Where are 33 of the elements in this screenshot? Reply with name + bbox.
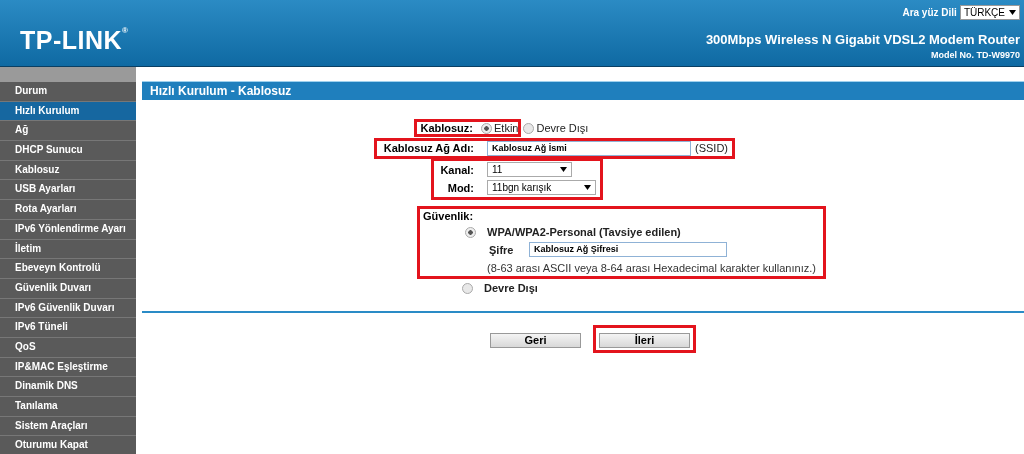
radio-label: Devre Dışı [536, 122, 589, 134]
radio-button[interactable] [523, 122, 535, 134]
caret-icon [584, 185, 591, 190]
channel-select[interactable]: 11 [487, 162, 572, 177]
sidebar-item[interactable]: Hızlı Kurulum [0, 101, 136, 122]
field-label: Kablosuz Ağ Adı: [382, 142, 474, 154]
field-label: Mod: [446, 181, 474, 194]
model-number: Model No. TD-W9970 [931, 50, 1020, 60]
hint-text: (8-63 arası ASCII veya 8-64 arası Hexadecimal karakter kullanınız.) [487, 262, 817, 274]
form-button[interactable]: Geri [490, 332, 581, 348]
sidebar-item[interactable]: İletim [0, 239, 136, 260]
radio-label: WPA/WPA2-Personal (Tavsiye edilen) [487, 226, 681, 238]
language-label: Ara yüz Dili [902, 7, 957, 18]
field-label: Kablosuz: [419, 122, 473, 134]
password-input[interactable]: Kablosuz Ağ Şifresi [529, 242, 727, 257]
language-select[interactable]: TÜRKÇE [959, 5, 1020, 20]
logo: TP-LINK$^{®}$ [20, 26, 129, 56]
ssid-input[interactable]: Kablosuz Ağ İsmi [487, 140, 691, 156]
field-label: Şifre [489, 243, 515, 256]
radio-button[interactable] [481, 122, 492, 134]
field-label: Kanal: [439, 163, 474, 176]
radio-label: Devre Dışı [484, 282, 538, 294]
ssid-suffix: (SSID) [695, 142, 728, 154]
page-title: Hızlı Kurulum - Kablosuz [142, 81, 1024, 100]
radio-button[interactable] [462, 282, 473, 294]
caret-icon [1009, 10, 1016, 15]
caret-icon [560, 167, 567, 172]
form-button[interactable]: İleri [599, 332, 690, 348]
field-label: Güvenlik: [423, 210, 475, 222]
radio-label: Etkin [494, 122, 519, 134]
mode-select[interactable]: 11bgn karışık [487, 180, 596, 195]
radio-button[interactable] [465, 226, 476, 238]
product-name: 300Mbps Wireless N Gigabit VDSL2 Modem Router [705, 32, 1020, 47]
